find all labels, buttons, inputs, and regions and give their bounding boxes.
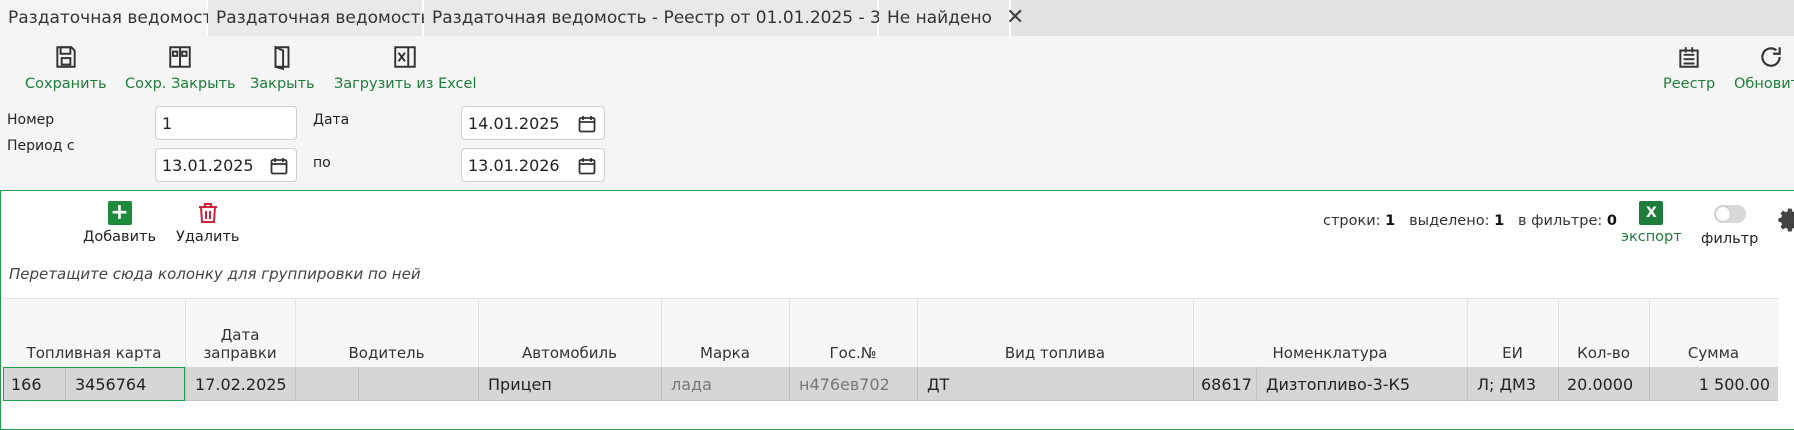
grid-stats: строки: 1 выделено: 1 в фильтре: 0 (1323, 213, 1617, 229)
col-fuel-type[interactable]: Вид топлива (917, 344, 1193, 362)
toolbar: Сохранить Сохр. Закрыть Закрыть Загрузит… (0, 36, 1794, 98)
excel-export-icon: X (1639, 201, 1664, 225)
col-fuel-card[interactable]: Топливная карта (3, 344, 185, 362)
tab-dispensing-sheet-1[interactable]: Раздаточная ведомость ✕ (0, 0, 255, 36)
col-sum[interactable]: Сумма (1649, 344, 1778, 362)
date-input[interactable]: 14.01.2025 (461, 106, 605, 140)
col-plate[interactable]: Гос.№ (789, 344, 917, 362)
tab-label: Раздаточная ведомость (216, 8, 431, 28)
save-close-icon (169, 46, 192, 68)
save-close-button[interactable]: Сохр. Закрыть (125, 44, 236, 92)
tab-not-found[interactable]: Не найдено ✕ (879, 0, 1024, 36)
cell-focus-outline (3, 367, 185, 401)
group-by-hint: Перетащите сюда колонку для группировки … (9, 265, 421, 283)
grid-panel: + Добавить Удалить строки: 1 выделено: 1… (0, 190, 1794, 430)
header-form: Номер 1 Дата 14.01.2025 Период с 13.01.2… (0, 98, 1794, 190)
col-qty[interactable]: Кол-во (1558, 344, 1649, 362)
col-driver[interactable]: Водитель (295, 344, 478, 362)
cell-brand[interactable]: лада (671, 367, 712, 401)
col-nomenclature[interactable]: Номенклатура (1193, 344, 1467, 362)
number-label: Номер (7, 112, 55, 128)
tab-label: Раздаточная ведомость (8, 8, 223, 28)
number-input[interactable]: 1 (155, 106, 297, 140)
cell-fuel-type[interactable]: ДТ (927, 367, 949, 401)
tab-bar: Раздаточная ведомость ✕ Раздаточная ведо… (0, 0, 1794, 36)
cell-plate[interactable]: н476ев702 (799, 367, 890, 401)
selected-count: 1 (1494, 213, 1505, 229)
cell-date[interactable]: 17.02.2025 (195, 367, 287, 401)
period-to-label: по (313, 155, 331, 171)
cell-item-code[interactable]: 68617 (1201, 367, 1252, 401)
plus-icon: + (107, 201, 132, 225)
refresh-button[interactable]: Обновить (1734, 44, 1794, 92)
save-button[interactable]: Сохранить (25, 44, 107, 92)
calendar-icon[interactable] (578, 115, 596, 133)
close-icon[interactable]: ✕ (1006, 7, 1024, 29)
delete-button[interactable]: Удалить (176, 201, 239, 245)
period-from-label: Период с (7, 138, 75, 154)
cell-unit[interactable]: Л; ДМ3 (1477, 367, 1536, 401)
load-excel-button[interactable]: Загрузить из Excel (334, 44, 476, 92)
toggle-switch[interactable] (1713, 205, 1746, 223)
col-brand[interactable]: Марка (661, 344, 789, 362)
col-unit[interactable]: ЕИ (1467, 344, 1558, 362)
save-icon (56, 46, 76, 68)
door-icon (274, 45, 290, 70)
refresh-icon (1761, 47, 1781, 67)
date-label: Дата (313, 112, 350, 128)
tab-label: Не найдено (887, 8, 992, 28)
period-from-input[interactable]: 13.01.2025 (155, 148, 297, 182)
cell-sum[interactable]: 1 500.00 (1699, 367, 1770, 401)
add-button[interactable]: + Добавить (83, 201, 156, 245)
close-button[interactable]: Закрыть (250, 44, 315, 92)
rows-count: 1 (1385, 213, 1396, 229)
gear-icon[interactable] (1777, 207, 1794, 233)
list-icon (1679, 47, 1699, 68)
trash-icon (198, 203, 217, 223)
table-header: Топливная карта Дата заправки Водитель А… (3, 298, 1778, 368)
period-to-input[interactable]: 13.01.2026 (461, 148, 605, 182)
filtered-count: 0 (1606, 213, 1617, 229)
tab-dispensing-sheet-2[interactable]: Раздаточная ведомость ✕ (208, 0, 463, 36)
tab-dispensing-registry[interactable]: Раздаточная ведомость - Реестр от 01.01.… (424, 0, 1000, 36)
cell-vehicle[interactable]: Прицеп (488, 367, 552, 401)
export-button[interactable]: X экспорт (1621, 201, 1682, 245)
col-vehicle[interactable]: Автомобиль (478, 344, 661, 362)
calendar-icon[interactable] (578, 157, 596, 175)
col-refuel-date[interactable]: Дата заправки (185, 326, 295, 362)
cell-item-name[interactable]: Дизтопливо-3-К5 (1266, 367, 1410, 401)
cell-qty[interactable]: 20.0000 (1567, 367, 1633, 401)
calendar-icon[interactable] (270, 157, 288, 175)
excel-icon (394, 46, 416, 68)
registry-button[interactable]: Реестр (1663, 44, 1715, 92)
table-row[interactable]: 166 3456764 17.02.2025 Прицеп лада н476е… (3, 367, 1778, 401)
filter-toggle[interactable]: фильтр (1701, 205, 1758, 247)
